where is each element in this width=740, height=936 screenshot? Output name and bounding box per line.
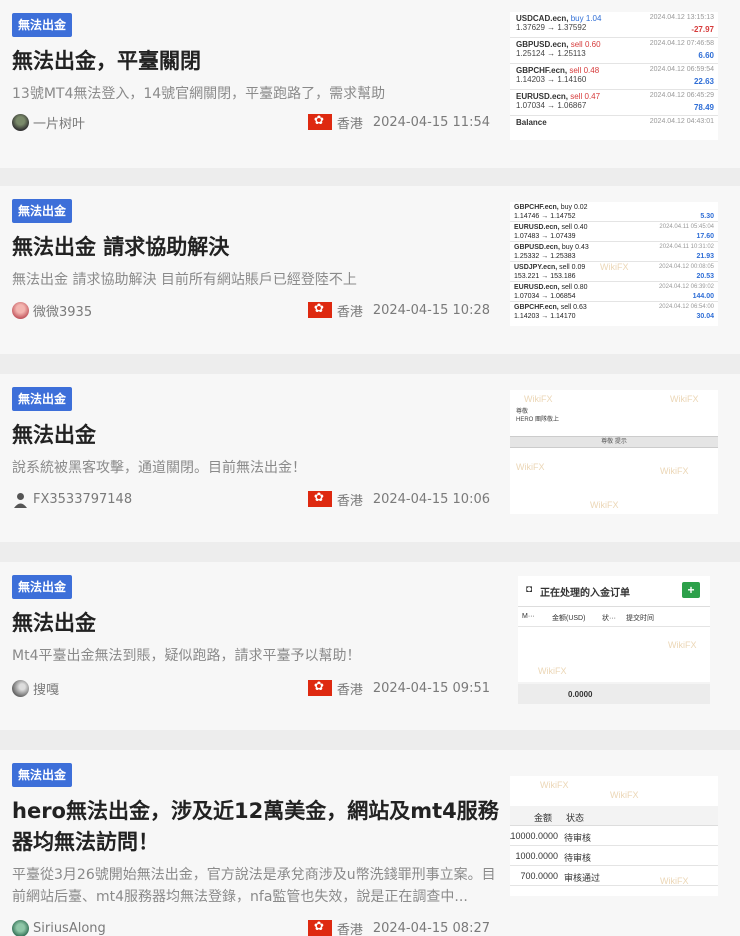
author-name[interactable]: 一片树叶	[33, 113, 308, 132]
author-name[interactable]: 微微3935	[33, 301, 308, 320]
category-tag[interactable]: 無法出金	[12, 575, 73, 599]
category-tag[interactable]: 無法出金	[12, 763, 73, 787]
card-title[interactable]: hero無法出金，涉及近12萬美金，網站及mt4服務器均無法訪問！	[12, 796, 500, 858]
avatar[interactable]	[12, 113, 29, 131]
region-label: 香港	[336, 304, 363, 320]
category-tag[interactable]: 無法出金	[12, 199, 73, 223]
category-tag[interactable]: 無法出金	[12, 13, 73, 37]
post-datetime: 2024-04-15 11:54	[372, 114, 490, 130]
complaint-card[interactable]: 無法出金 無法出金 Mt4平臺出金無法到賬，疑似跑路，請求平臺予以幫助！ 搜嘎 …	[0, 562, 740, 730]
screenshot-thumbnail[interactable]: 尊敬 HERO 團隊敬上 尊敬 提示 WikiFX WikiFX WikiFX …	[510, 390, 718, 514]
avatar[interactable]	[12, 919, 29, 936]
card-summary: 平臺從3月26號開始無法出金，官方說法是承兌商涉及u幣洗錢罪刑事立案。目前網站后…	[12, 867, 496, 905]
category-tag[interactable]: 無法出金	[12, 387, 73, 411]
hong-kong-flag-icon	[307, 679, 332, 696]
avatar[interactable]	[12, 490, 29, 508]
post-datetime: 2024-04-15 10:28	[372, 302, 490, 318]
hong-kong-flag-icon	[307, 301, 332, 318]
hong-kong-flag-icon	[307, 490, 332, 507]
post-datetime: 2024-04-15 10:06	[372, 491, 490, 507]
screenshot-thumbnail[interactable]: 金额 状态 110000.0000 待审核 1000.0000 待审核 700.00…	[510, 776, 718, 896]
complaint-card[interactable]: 無法出金 hero無法出金，涉及近12萬美金，網站及mt4服務器均無法訪問！ 平…	[0, 750, 740, 936]
card-title[interactable]: 無法出金 請求協助解決	[12, 232, 500, 263]
card-summary: 說系統被黑客攻擊，通道關閉。目前無法出金！	[12, 460, 306, 476]
card-summary: 13號MT4無法登入，14號官網關閉，平臺跑路了，需求幫助	[12, 86, 386, 102]
author-name[interactable]: FX3533797148	[33, 492, 308, 507]
complaint-card[interactable]: 無法出金 無法出金 說系統被黑客攻擊，通道關閉。目前無法出金！ FX353379…	[0, 374, 740, 542]
post-datetime: 2024-04-15 08:27	[372, 920, 490, 936]
user-silhouette-icon	[14, 492, 27, 508]
region-label: 香港	[336, 116, 363, 132]
author-name[interactable]: SiriusAlong	[33, 921, 308, 936]
screenshot-thumbnail[interactable]: ◘ 正在处理的入金订单 + M··· 金额(USD) 状··· 提交时间 0.0…	[518, 576, 710, 704]
region-label: 香港	[336, 682, 363, 698]
region-label: 香港	[336, 493, 363, 509]
hong-kong-flag-icon	[307, 113, 332, 130]
card-summary: 無法出金 請求協助解決 目前所有網站賬戶已經登陸不上	[12, 272, 357, 288]
screenshot-thumbnail[interactable]: GBPCHF.ecn, buy 0.02 1.14746 → 1.14752 5.3…	[510, 202, 718, 326]
author-name[interactable]: 搜嘎	[33, 679, 308, 698]
wallet-icon: ◘	[526, 584, 533, 595]
card-summary: Mt4平臺出金無法到賬，疑似跑路，請求平臺予以幫助！	[12, 648, 361, 664]
card-title[interactable]: 無法出金，平臺關閉	[12, 46, 500, 77]
avatar[interactable]	[12, 301, 29, 319]
complaint-feed: 無法出金 無法出金，平臺關閉 13號MT4無法登入，14號官網關閉，平臺跑路了，…	[0, 0, 740, 936]
screenshot-thumbnail[interactable]: USDCAD.ecn, buy 1.04 1.37629 → 1.37592 202…	[510, 12, 718, 140]
post-datetime: 2024-04-15 09:51	[372, 680, 490, 696]
avatar[interactable]	[12, 679, 29, 697]
card-title[interactable]: 無法出金	[12, 420, 500, 451]
hong-kong-flag-icon	[307, 919, 332, 936]
complaint-card[interactable]: 無法出金 無法出金 請求協助解決 無法出金 請求協助解決 目前所有網站賬戶已經登…	[0, 186, 740, 354]
card-title[interactable]: 無法出金	[12, 608, 500, 639]
region-label: 香港	[336, 922, 363, 936]
complaint-card[interactable]: 無法出金 無法出金，平臺關閉 13號MT4無法登入，14號官網關閉，平臺跑路了，…	[0, 0, 740, 168]
